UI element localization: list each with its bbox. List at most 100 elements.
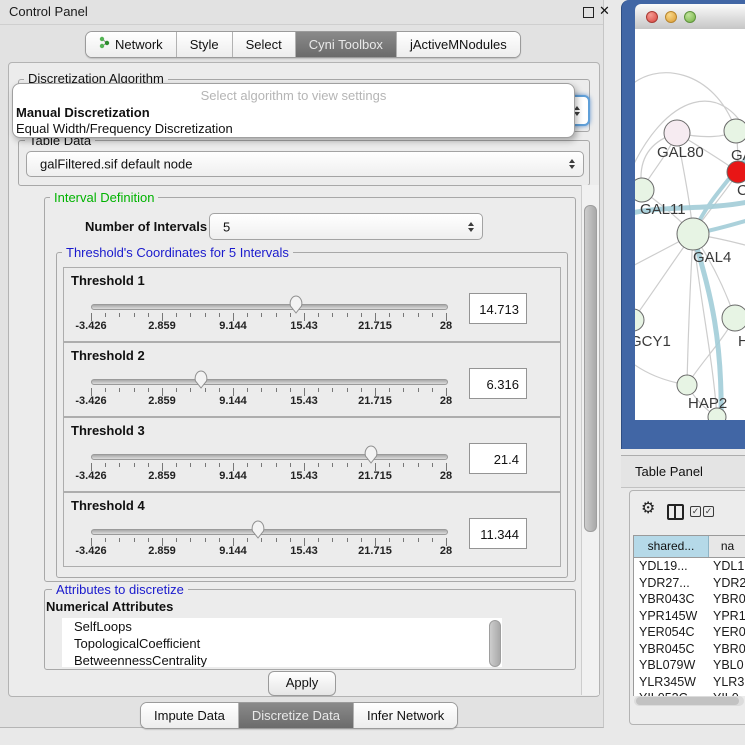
table-cell[interactable]: YBL0: [709, 657, 745, 674]
minor-tick: [290, 388, 291, 392]
table-row[interactable]: YPR145WYPR1: [634, 608, 745, 625]
threshold-3-value-field[interactable]: 21.4: [469, 443, 527, 474]
minor-tick: [432, 313, 433, 317]
panel-scrollbar-thumb[interactable]: [584, 205, 597, 532]
table-cell[interactable]: YER0: [709, 624, 745, 641]
table-cell[interactable]: YBL079W: [634, 657, 709, 674]
threshold-4-slider-thumb[interactable]: [250, 520, 265, 539]
tick-label: 9.144: [219, 470, 247, 482]
table-cell[interactable]: YBR043C: [634, 591, 709, 608]
network-node-GAL80-node[interactable]: [664, 120, 690, 146]
zoom-traffic-light-icon[interactable]: [684, 11, 696, 23]
table-row[interactable]: YDR27...YDR2: [634, 575, 745, 592]
apply-button[interactable]: Apply: [268, 671, 336, 696]
close-traffic-light-icon[interactable]: [646, 11, 658, 23]
threshold-1-slider-thumb[interactable]: [288, 295, 303, 314]
network-canvas[interactable]: GAL80GACGAL11GAL4GCY1HHAP2: [635, 29, 745, 420]
tab-impute-data[interactable]: Impute Data: [141, 703, 238, 728]
checkbox-icon[interactable]: ✓: [690, 506, 701, 517]
attribute-item[interactable]: SelfLoops: [62, 618, 502, 635]
network-node-GCY1-node[interactable]: [635, 309, 644, 331]
close-icon[interactable]: ✕: [599, 3, 610, 19]
table-cell[interactable]: YLR3: [709, 674, 745, 691]
minor-tick: [119, 388, 120, 392]
threshold-3-slider-thumb[interactable]: [364, 445, 379, 464]
tab-select[interactable]: Select: [232, 32, 295, 57]
table-cell[interactable]: YPR1: [709, 608, 745, 625]
threshold-3-slider-track[interactable]: [91, 454, 448, 460]
tab-network[interactable]: Network: [86, 32, 176, 57]
float-window-icon[interactable]: [583, 7, 594, 18]
tick-label: 2.859: [148, 470, 176, 482]
algorithm-option-manual-discretization[interactable]: Manual Discretization: [13, 105, 574, 121]
minor-tick: [190, 463, 191, 467]
table-cell[interactable]: YLR345W: [634, 674, 709, 691]
network-node-red-node[interactable]: [727, 161, 745, 183]
table-row[interactable]: YER054CYER0: [634, 624, 745, 641]
checkbox-icon[interactable]: ✓: [703, 506, 714, 517]
tab-jactivemnodules[interactable]: jActiveMNodules: [396, 32, 520, 57]
tick-label: -3.426: [75, 545, 106, 557]
minor-tick: [190, 538, 191, 542]
threshold-label: Threshold 4: [71, 498, 145, 513]
node-label-c: C: [737, 182, 745, 199]
split-column-icon[interactable]: [667, 504, 684, 520]
tick-label: 9.144: [219, 395, 247, 407]
table-cell[interactable]: YDR27...: [634, 575, 709, 592]
minor-tick: [290, 313, 291, 317]
minor-tick: [332, 388, 333, 392]
table-cell[interactable]: YDL1: [709, 558, 745, 575]
tab-infer-network[interactable]: Infer Network: [353, 703, 457, 728]
table-row[interactable]: YBL079WYBL0: [634, 657, 745, 674]
top-tab-bar: NetworkStyleSelect Cyni Toolbox jActiveMNo…: [85, 31, 521, 58]
table-column-header-na[interactable]: na: [709, 536, 745, 557]
attributes-list-scrollbar[interactable]: [489, 620, 501, 667]
network-node-GAL4-node[interactable]: [677, 218, 709, 250]
number-of-intervals-value: 5: [223, 219, 230, 234]
table-cell[interactable]: YBR045C: [634, 641, 709, 658]
minimize-traffic-light-icon[interactable]: [665, 11, 677, 23]
table-cell[interactable]: YDL19...: [634, 558, 709, 575]
tab-cyni-toolbox[interactable]: Cyni Toolbox: [295, 32, 396, 57]
table-cell[interactable]: YER054C: [634, 624, 709, 641]
threshold-4-value-field[interactable]: 11.344: [469, 518, 527, 549]
table-cell[interactable]: YPR145W: [634, 608, 709, 625]
attribute-item[interactable]: BetweennessCentrality: [62, 652, 502, 667]
table-row[interactable]: YBR043CYBR0: [634, 591, 745, 608]
table-horizontal-scrollbar[interactable]: [634, 696, 744, 706]
threshold-2-slider-track[interactable]: [91, 379, 448, 385]
network-node-top-right-node[interactable]: [724, 119, 745, 143]
threshold-4-slider-track[interactable]: [91, 529, 448, 535]
table-cell[interactable]: YDR2: [709, 575, 745, 592]
table-horizontal-scrollbar-thumb[interactable]: [636, 697, 739, 705]
minor-tick: [318, 538, 319, 542]
combo-arrows-icon: [468, 222, 474, 232]
numerical-attributes-label: Numerical Attributes: [46, 599, 173, 614]
gear-icon[interactable]: ⚙: [641, 501, 655, 517]
minor-tick: [134, 538, 135, 542]
attribute-item[interactable]: TopologicalCoefficient: [62, 635, 502, 652]
table-row[interactable]: YLR345WYLR3: [634, 674, 745, 691]
network-node-H-node[interactable]: [722, 305, 745, 331]
threshold-2-slider-thumb[interactable]: [194, 370, 209, 389]
table-row[interactable]: YDL19...YDL1: [634, 558, 745, 575]
table-row[interactable]: YBR045CYBR0: [634, 641, 745, 658]
network-node-GAL11-node[interactable]: [635, 178, 654, 202]
threshold-1-slider-track[interactable]: [91, 304, 448, 310]
threshold-2-value-field[interactable]: 6.316: [469, 368, 527, 399]
tab-discretize-data[interactable]: Discretize Data: [238, 703, 353, 728]
number-of-intervals-combobox[interactable]: 5: [209, 213, 483, 240]
table-data-combobox[interactable]: galFiltered.sif default node: [26, 151, 584, 177]
threshold-1-value-field[interactable]: 14.713: [469, 293, 527, 324]
table-column-header-shared-[interactable]: shared...: [634, 536, 709, 557]
minor-tick: [403, 313, 404, 317]
tab-label: Cyni Toolbox: [309, 33, 383, 57]
numerical-attributes-list[interactable]: SelfLoopsTopologicalCoefficientBetweenne…: [62, 618, 502, 667]
tab-style[interactable]: Style: [176, 32, 232, 57]
table-cell[interactable]: YBR0: [709, 641, 745, 658]
minor-tick: [205, 538, 206, 542]
algorithm-option-equal-width-frequency-discretization[interactable]: Equal Width/Frequency Discretization: [13, 121, 574, 137]
table-cell[interactable]: YBR0: [709, 591, 745, 608]
minor-tick: [276, 388, 277, 392]
network-node-HAP2-node[interactable]: [677, 375, 697, 395]
